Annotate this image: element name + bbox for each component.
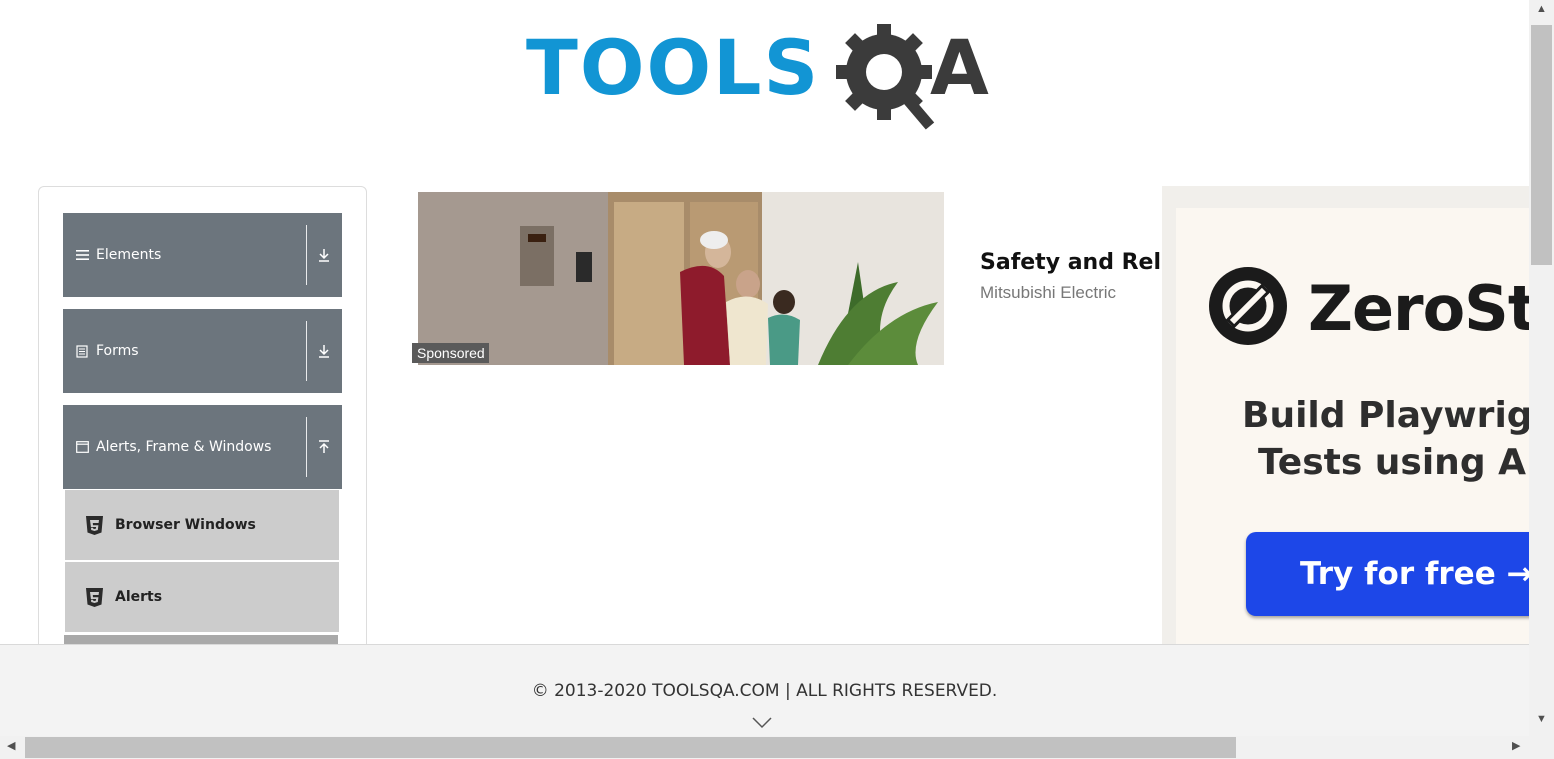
sidebar-group-label: Alerts, Frame & Windows — [96, 439, 272, 455]
footer-copyright: © 2013-2020 TOOLSQA.COM | ALL RIGHTS RES… — [531, 681, 998, 701]
menu-lines-icon — [76, 213, 89, 297]
logo-text: TOOLS — [526, 23, 821, 112]
sidebar-group-elements[interactable]: Elements — [63, 213, 342, 297]
form-document-icon — [76, 309, 88, 393]
divider — [306, 321, 307, 381]
scroll-down-arrow-icon[interactable]: ▼ — [1536, 714, 1547, 725]
window-icon — [76, 405, 89, 489]
footer: © 2013-2020 TOOLSQA.COM | ALL RIGHTS RES… — [0, 644, 1529, 737]
scrollbar-corner — [1529, 736, 1554, 759]
toolsqa-logo[interactable]: TOOLS A — [520, 22, 1020, 137]
sidebar-item-browser-windows[interactable]: Browser Windows — [64, 489, 340, 561]
scroll-left-arrow-icon[interactable]: ◀ — [7, 741, 15, 752]
html5-icon — [85, 562, 104, 632]
ad-title[interactable]: Safety and Relia — [980, 250, 1164, 275]
sidebar-item-label: Browser Windows — [115, 517, 256, 533]
ad-advertiser[interactable]: Mitsubishi Electric — [980, 283, 1116, 303]
sidebar-group-label: Elements — [96, 247, 162, 263]
logo-suffix: A — [930, 23, 989, 112]
download-arrow-icon[interactable] — [313, 213, 335, 297]
try-for-free-button[interactable]: Try for free → — [1246, 532, 1529, 616]
sidebar-item-alerts[interactable]: Alerts — [64, 561, 340, 633]
tagline-line-1: Build Playwrigh — [1242, 395, 1529, 436]
vertical-scroll-thumb[interactable] — [1531, 25, 1552, 265]
sidebar-item-label: Alerts — [115, 589, 163, 605]
zerostep-tagline: Build Playwrigh Tests using A — [1242, 392, 1529, 486]
sponsored-badge: Sponsored — [412, 343, 489, 363]
ad-image[interactable] — [418, 192, 944, 365]
sidebar: Elements Forms Alerts, Frame & Windows B… — [38, 186, 367, 708]
scroll-right-arrow-icon[interactable]: ▶ — [1512, 741, 1520, 752]
horizontal-scroll-thumb[interactable] — [25, 737, 1236, 758]
zerostep-logo-icon — [1209, 267, 1287, 345]
zerostep-brand: ZeroSte — [1308, 272, 1529, 345]
html5-icon — [85, 490, 104, 560]
right-ad-panel: ZeroSte Build Playwrigh Tests using A Tr… — [1176, 208, 1529, 646]
scroll-up-arrow-icon[interactable]: ▲ — [1536, 4, 1547, 15]
sidebar-group-forms[interactable]: Forms — [63, 309, 342, 393]
upload-arrow-icon[interactable] — [313, 405, 335, 489]
sidebar-group-alerts-frame-windows[interactable]: Alerts, Frame & Windows — [63, 405, 342, 489]
right-ad[interactable]: ZeroSte Build Playwrigh Tests using A Tr… — [1162, 186, 1529, 646]
chevron-down-icon[interactable] — [752, 717, 772, 729]
divider — [306, 225, 307, 285]
tagline-line-2: Tests using A — [1258, 442, 1526, 483]
download-arrow-icon[interactable] — [313, 309, 335, 393]
divider — [306, 417, 307, 477]
sidebar-group-label: Forms — [96, 343, 139, 359]
